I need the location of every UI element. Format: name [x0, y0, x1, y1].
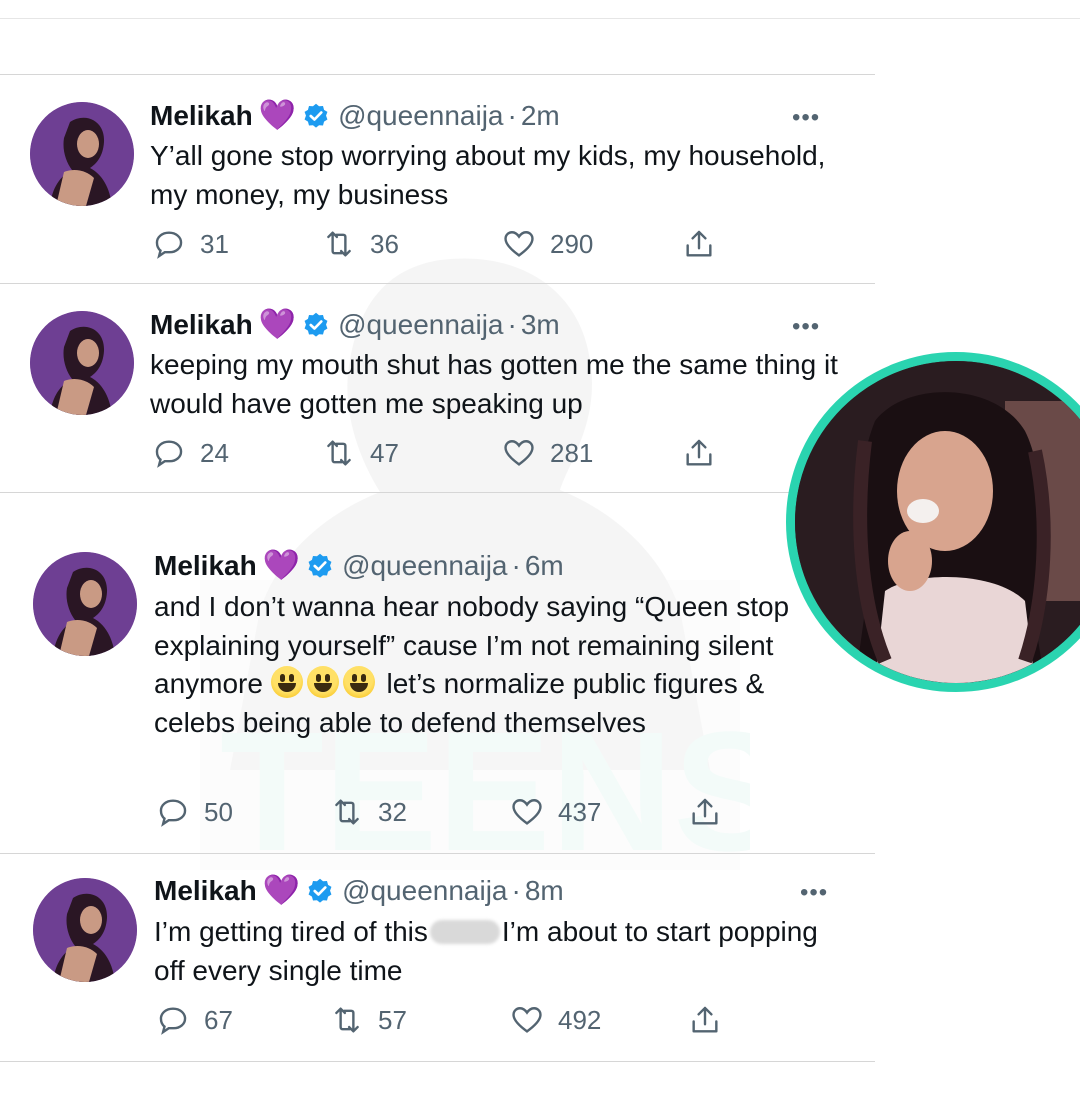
reply-icon [155, 231, 183, 259]
separator-dot: · [511, 875, 521, 906]
display-name[interactable]: Melikah [150, 100, 253, 132]
avatar[interactable] [30, 102, 134, 206]
reply-button[interactable]: 50 [156, 795, 330, 829]
separator-dot: · [507, 309, 517, 340]
reply-button[interactable]: 67 [156, 1003, 330, 1037]
reply-count: 24 [200, 437, 229, 468]
share-button[interactable] [682, 227, 730, 261]
purple-heart-emoji: 💜 [262, 874, 301, 907]
tweet-3[interactable]: Melikah 💜 @queennaija · 6m and I don’t w… [0, 492, 875, 854]
verified-badge-icon [304, 312, 328, 337]
avatar[interactable] [33, 552, 137, 656]
like-button[interactable]: 290 [502, 227, 682, 261]
retweet-button[interactable]: 47 [322, 436, 502, 470]
tweet-text: keeping my mouth shut has gotten me the … [150, 349, 838, 419]
retweet-count: 32 [378, 796, 407, 827]
timestamp[interactable]: 3m [521, 309, 560, 341]
tweet-text-part: I’m getting tired of this [154, 916, 428, 947]
grinning-emoji [270, 666, 303, 698]
more-icon[interactable]: ••• [800, 879, 828, 907]
like-count: 281 [550, 437, 594, 468]
display-name[interactable]: Melikah [154, 550, 257, 582]
purple-heart-emoji: 💜 [258, 308, 297, 341]
top-divider [0, 18, 1080, 19]
display-name[interactable]: Melikah [154, 875, 257, 907]
retweet-count: 47 [370, 437, 399, 468]
retweet-icon [335, 1007, 359, 1033]
purple-heart-emoji: 💜 [258, 99, 297, 132]
timestamp[interactable]: 2m [521, 100, 560, 132]
more-icon[interactable]: ••• [792, 104, 820, 132]
share-icon [692, 1006, 718, 1033]
verified-badge-icon [308, 553, 332, 578]
share-icon [686, 230, 712, 257]
timestamp[interactable]: 8m [525, 875, 564, 907]
tweet-2[interactable]: Melikah 💜 @queennaija · 3m ••• keeping m… [0, 283, 875, 493]
tweet-4[interactable]: Melikah 💜 @queennaija · 8m ••• I’m getti… [0, 853, 875, 1063]
reply-icon [159, 799, 187, 827]
tweet-divider [0, 74, 875, 75]
retweet-count: 36 [370, 228, 399, 259]
tweet-text: I’m getting tired of this I’m about to st… [154, 913, 844, 990]
grinning-emoji [306, 666, 339, 698]
like-icon [504, 440, 534, 466]
verified-badge-icon [304, 103, 328, 128]
retweet-button[interactable]: 57 [330, 1003, 510, 1037]
retweet-count: 57 [378, 1004, 407, 1035]
like-button[interactable]: 492 [510, 1003, 688, 1037]
share-button[interactable] [682, 436, 730, 470]
reply-button[interactable]: 31 [152, 227, 322, 261]
like-count: 492 [558, 1004, 602, 1035]
share-button[interactable] [688, 795, 736, 829]
timestamp[interactable]: 6m [525, 550, 564, 582]
redaction-blur [429, 920, 500, 944]
like-count: 437 [558, 796, 602, 827]
like-count: 290 [550, 228, 594, 259]
tweet-1[interactable]: Melikah 💜 @queennaija · 2m ••• Y’all gon… [0, 74, 875, 284]
reply-count: 67 [204, 1004, 233, 1035]
share-icon [692, 798, 718, 825]
tweet-divider [0, 853, 875, 854]
retweet-button[interactable]: 36 [322, 227, 502, 261]
handle[interactable]: @queennaija [342, 875, 507, 907]
like-button[interactable]: 281 [502, 436, 682, 470]
tweet-divider [0, 283, 875, 284]
reply-count: 50 [204, 796, 233, 827]
like-icon [512, 799, 542, 825]
retweet-icon [335, 799, 359, 825]
like-icon [504, 231, 534, 257]
reply-icon [155, 440, 183, 468]
handle[interactable]: @queennaija [342, 550, 507, 582]
retweet-icon [327, 231, 351, 257]
tweet-divider [0, 1061, 875, 1062]
tweet-text: Y’all gone stop worrying about my kids, … [150, 140, 826, 210]
grinning-emoji [342, 666, 375, 698]
share-button[interactable] [688, 1003, 736, 1037]
separator-dot: · [507, 100, 517, 131]
like-icon [512, 1007, 542, 1033]
share-icon [686, 439, 712, 466]
tweet-divider [0, 492, 875, 493]
tweet-text: and I don’t wanna hear nobody saying “Qu… [154, 588, 844, 742]
retweet-button[interactable]: 32 [330, 795, 510, 829]
handle[interactable]: @queennaija [338, 100, 503, 132]
verified-badge-icon [308, 878, 332, 903]
display-name[interactable]: Melikah [150, 309, 253, 341]
reply-count: 31 [200, 228, 229, 259]
reply-icon [159, 1007, 187, 1035]
handle[interactable]: @queennaija [338, 309, 503, 341]
more-icon[interactable]: ••• [792, 313, 820, 341]
separator-dot: · [511, 550, 521, 581]
retweet-icon [327, 440, 351, 466]
reply-button[interactable]: 24 [152, 436, 322, 470]
avatar[interactable] [33, 878, 137, 982]
like-button[interactable]: 437 [510, 795, 688, 829]
purple-heart-emoji: 💜 [262, 549, 301, 582]
avatar[interactable] [30, 311, 134, 415]
